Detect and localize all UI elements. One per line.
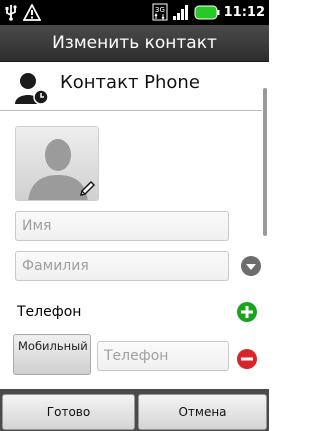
expand-name-button[interactable] — [241, 256, 261, 276]
battery-icon — [194, 5, 220, 19]
status-bar: 3G 11:12 — [0, 0, 269, 25]
edit-contact-form: Контакт Phone Имя Фамилия Телефон Мобиль… — [0, 62, 269, 389]
contact-account-icon — [15, 73, 49, 104]
scrollbar[interactable] — [263, 88, 267, 236]
remove-phone-button[interactable] — [237, 349, 257, 369]
phone-number-field[interactable]: Телефон — [97, 341, 229, 371]
warning-icon — [23, 4, 41, 21]
status-right-icons: 3G 11:12 — [152, 3, 265, 21]
phone-type-button[interactable]: Мобильный — [13, 334, 91, 375]
signal-icon — [172, 4, 188, 20]
contact-photo-button[interactable] — [15, 126, 99, 201]
status-left-icons — [4, 4, 41, 21]
first-name-field[interactable]: Имя — [15, 211, 229, 241]
3g-icon: 3G — [152, 3, 168, 21]
done-button[interactable]: Готово — [2, 394, 135, 430]
usb-icon — [5, 5, 17, 21]
last-name-field[interactable]: Фамилия — [15, 251, 229, 281]
phone-section-label: Телефон — [17, 304, 82, 320]
chevron-down-icon — [246, 264, 256, 270]
plus-icon — [241, 306, 253, 318]
bottom-action-bar: Готово Отмена — [0, 389, 269, 431]
header-divider — [0, 110, 262, 111]
network-type-label: 3G — [155, 6, 165, 14]
add-phone-button[interactable] — [237, 302, 257, 322]
edit-pencil-icon — [80, 181, 95, 196]
minus-icon — [241, 357, 253, 361]
account-header: Контакт Phone — [0, 62, 269, 110]
cancel-button[interactable]: Отмена — [138, 394, 267, 430]
account-title: Контакт Phone — [60, 72, 200, 93]
page-title: Изменить контакт — [0, 25, 269, 62]
status-time: 11:12 — [223, 4, 265, 20]
